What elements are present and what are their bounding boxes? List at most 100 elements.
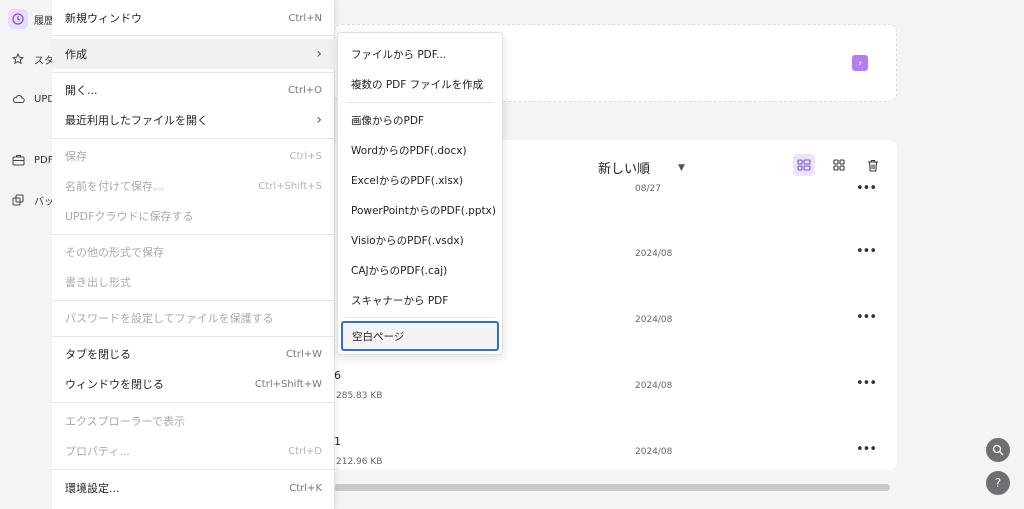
menu-item-label: 環境設定... [65,482,120,495]
submenu-item-blank-page[interactable]: 空白ページ [341,321,499,351]
table-row[interactable]: 1 212.96 KB 2024/08 ••• [334,435,897,509]
menu-divider [52,469,335,470]
menu-item-recent-files[interactable]: 最近利用したファイルを開く › [52,105,335,135]
submenu-item-pdf-from-excel[interactable]: ExcelからのPDF(.xlsx) [340,166,500,194]
menu-item-shortcut: Ctrl+K [289,482,322,494]
sidebar-item-label: スタ [34,55,54,67]
more-options-icon[interactable]: ••• [856,376,877,391]
menu-item-label: その他の形式で保存 [65,246,164,259]
menu-divider [52,138,335,139]
star-icon [8,49,28,69]
toolbox-icon [8,150,28,170]
file-date: 08/27 [635,184,661,194]
list-view-icon[interactable] [793,154,815,176]
sort-dropdown[interactable]: 新しい順 ▼ [598,158,685,177]
menu-item-create[interactable]: 作成 › [52,39,335,69]
menu-item-label: ウィンドウを閉じる [65,378,164,391]
more-options-icon[interactable]: ••• [856,310,877,325]
menu-item-shortcut: Ctrl+N [288,12,322,24]
file-date: 2024/08 [635,447,673,457]
more-options-icon[interactable]: ••• [856,181,877,196]
submenu-item-label: 空白ページ [352,330,405,343]
trash-icon[interactable] [862,154,884,176]
menu-item-shortcut: Ctrl+O [287,84,322,96]
menu-item-label: 開く... [65,84,98,97]
sidebar-item-batch[interactable]: バッ [8,189,54,211]
menu-divider [52,234,335,235]
menu-item-open[interactable]: 開く... Ctrl+O [52,75,335,105]
more-options-icon[interactable]: ••• [856,244,877,259]
sidebar-item-starred[interactable]: スタ [8,48,54,70]
file-menu: 新規ウィンドウ Ctrl+N 作成 › 開く... Ctrl+O 最近利用したフ… [52,0,335,509]
submenu-item-pdf-from-scanner[interactable]: スキャナーから PDF [340,286,500,314]
sidebar-item-history[interactable]: 履歴 [8,8,54,30]
file-size: 212.96 KB [336,457,383,467]
submenu-item-label: VisioからのPDF(.vsdx) [351,234,464,247]
submenu-item-pdf-from-caj[interactable]: CAJからのPDF(.caj) [340,256,500,284]
submenu-divider [346,102,494,103]
menu-item-shortcut: Ctrl+Shift+W [254,378,322,390]
sidebar-item-label: PDF [34,154,54,166]
sidebar-item-label: 履歴 [34,15,54,27]
menu-item-export: 書き出し形式 [52,267,335,297]
submenu-item-pdf-from-file[interactable]: ファイルから PDF... [340,40,500,68]
more-options-icon[interactable]: ••• [856,442,877,457]
file-date: 2024/08 [635,315,673,325]
create-submenu: ファイルから PDF... 複数の PDF ファイルを作成 画像からのPDF W… [337,32,503,355]
submenu-item-pdf-from-visio[interactable]: VisioからのPDF(.vsdx) [340,226,500,254]
submenu-item-label: ファイルから PDF... [351,48,447,61]
sidebar-item-pdf-tools[interactable]: PDF [8,149,53,171]
submenu-item-label: PowerPointからのPDF(.pptx) [351,204,496,217]
menu-item-show-in-explorer: エクスプローラーで表示 [52,406,335,436]
menu-divider [52,35,335,36]
menu-item-close-tab[interactable]: タブを閉じる Ctrl+W [52,339,335,369]
search-button[interactable] [986,438,1010,462]
submenu-item-label: CAJからのPDF(.caj) [351,264,448,277]
menu-item-password-protect: パスワードを設定してファイルを保護する [52,303,335,333]
menu-item-save: 保存 Ctrl+S [52,141,335,171]
batch-icon [8,190,28,210]
menu-item-save-other-format: その他の形式で保存 [52,237,335,267]
menu-item-label: 名前を付けて保存... [65,180,164,193]
menu-item-label: UPDFクラウドに保存する [65,210,194,223]
submenu-item-label: WordからのPDF(.docx) [351,144,467,157]
menu-item-properties: プロパティ... Ctrl+D [52,436,335,466]
app-sidebar: 履歴 スタ UPD PDF バッ [0,0,60,509]
menu-divider [52,72,335,73]
menu-item-label: 作成 [65,48,87,61]
submenu-item-label: 複数の PDF ファイルを作成 [351,78,484,91]
menu-item-preferences[interactable]: 環境設定... Ctrl+K [52,473,335,503]
table-row[interactable]: 6 285.83 KB 2024/08 ••• [334,369,897,447]
menu-item-shortcut: Ctrl+Shift+S [258,180,322,192]
submenu-item-pdf-from-powerpoint[interactable]: PowerPointからのPDF(.pptx) [340,196,500,224]
menu-item-new-window[interactable]: 新規ウィンドウ Ctrl+N [52,3,335,33]
menu-divider [52,336,335,337]
help-button[interactable]: ? [986,471,1010,495]
menu-divider [52,300,335,301]
menu-item-label: タブを閉じる [65,348,131,361]
file-date: 2024/08 [635,249,673,259]
menu-item-shortcut: Ctrl+S [289,150,322,162]
grid-view-icon[interactable] [828,154,850,176]
chevron-right-icon[interactable]: › [852,55,868,71]
submenu-item-pdf-from-image[interactable]: 画像からのPDF [340,106,500,134]
menu-item-shortcut: Ctrl+D [288,445,322,457]
submenu-item-pdf-from-word[interactable]: WordからのPDF(.docx) [340,136,500,164]
submenu-item-label: スキャナーから PDF [351,294,449,307]
horizontal-scrollbar[interactable] [334,484,890,491]
menu-item-save-as: 名前を付けて保存... Ctrl+Shift+S [52,171,335,201]
cloud-icon [8,89,28,109]
submenu-divider [346,317,494,318]
menu-item-label: 最近利用したファイルを開く [65,114,208,127]
clock-icon [8,9,28,29]
menu-item-save-to-cloud: UPDFクラウドに保存する [52,201,335,231]
question-mark-icon: ? [994,476,1002,490]
submenu-item-combine-pdf[interactable]: 複数の PDF ファイルを作成 [340,70,500,98]
menu-item-close-window[interactable]: ウィンドウを閉じる Ctrl+Shift+W [52,369,335,399]
file-name: 1 [334,435,341,448]
menu-divider [52,402,335,403]
submenu-item-label: ExcelからのPDF(.xlsx) [351,174,464,187]
menu-item-label: 書き出し形式 [65,276,131,289]
submenu-item-label: 画像からのPDF [351,114,424,127]
sidebar-item-cloud[interactable]: UPD [8,88,55,110]
